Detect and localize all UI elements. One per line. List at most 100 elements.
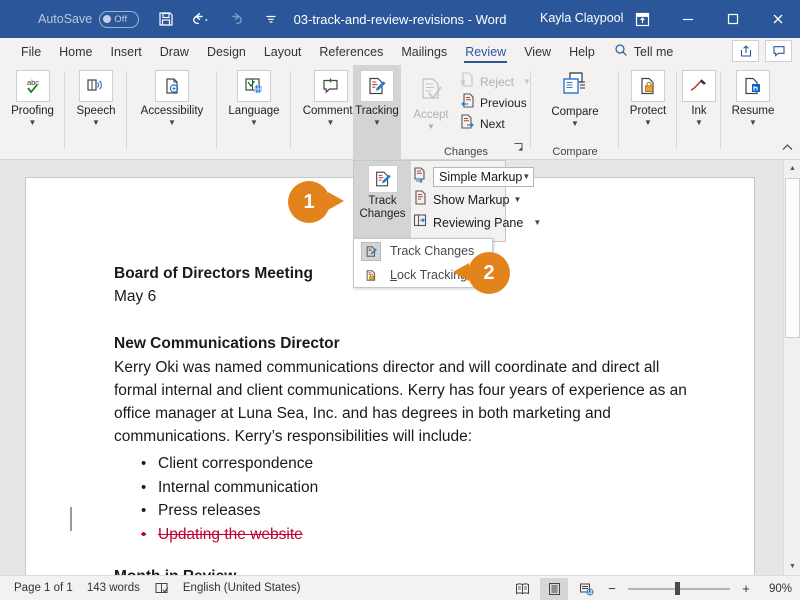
- tab-review[interactable]: Review: [456, 38, 515, 65]
- compare-label: Compare: [551, 106, 599, 118]
- ribbon-display-options-icon[interactable]: [620, 0, 665, 38]
- track-changes-toggle-button[interactable]: Track Changes: [354, 161, 411, 243]
- changes-group-label: Changes: [443, 146, 489, 158]
- vertical-scrollbar[interactable]: ▲ ▼: [783, 160, 800, 575]
- language-status[interactable]: English (United States): [183, 582, 301, 594]
- maximize-icon[interactable]: [710, 0, 755, 38]
- zoom-in-button[interactable]: +: [738, 581, 754, 596]
- undo-icon[interactable]: [190, 8, 212, 30]
- tab-draw[interactable]: Draw: [151, 38, 198, 65]
- web-layout-icon[interactable]: [572, 578, 600, 600]
- collapse-ribbon-icon[interactable]: [781, 140, 794, 158]
- callout-badge-2: 2: [453, 252, 510, 294]
- comments-icon[interactable]: [765, 40, 792, 62]
- zoom-slider[interactable]: [624, 576, 734, 600]
- document-text-body[interactable]: Board of Directors Meeting May 6 New Com…: [114, 263, 689, 589]
- ribbon-group-accessibility: Accessibility ▼: [127, 65, 217, 160]
- reject-icon: [459, 71, 476, 93]
- tab-view[interactable]: View: [515, 38, 560, 65]
- tab-insert[interactable]: Insert: [102, 38, 151, 65]
- ribbon-group-tracking[interactable]: Tracking ▼: [353, 65, 401, 160]
- previous-change-button[interactable]: Previous: [459, 92, 531, 113]
- chevron-down-icon[interactable]: ▼: [327, 119, 335, 127]
- tab-mailings[interactable]: Mailings: [392, 38, 456, 65]
- share-icon[interactable]: [732, 40, 759, 62]
- translate-globe-icon: [237, 70, 271, 102]
- tab-home[interactable]: Home: [50, 38, 101, 65]
- accept-button[interactable]: Accept ▼: [405, 69, 457, 131]
- autosave-switch[interactable]: Off: [99, 10, 140, 28]
- scrollbar-thumb[interactable]: [785, 178, 800, 338]
- chevron-down-icon[interactable]: ▼: [373, 119, 381, 127]
- chevron-down-icon[interactable]: ▼: [29, 119, 37, 127]
- autosave-toggle-group[interactable]: AutoSave Off: [38, 10, 140, 28]
- new-comment-icon: [313, 70, 348, 102]
- dialog-launcher-icon[interactable]: [513, 140, 524, 158]
- revision-change-bar: [70, 507, 72, 531]
- display-for-review-combo[interactable]: Simple Markup ▼: [433, 166, 535, 187]
- protect-button[interactable]: Protect ▼: [619, 65, 677, 127]
- show-markup-label: Show Markup: [433, 192, 510, 207]
- doc-date-line: May 6: [114, 288, 157, 305]
- protect-lock-icon: [631, 70, 665, 102]
- tell-me-box[interactable]: Tell me: [604, 43, 673, 60]
- chevron-down-icon[interactable]: ▼: [644, 119, 652, 127]
- chevron-down-icon[interactable]: ▼: [250, 119, 258, 127]
- proofing-errors-icon[interactable]: [154, 581, 169, 595]
- chevron-down-icon[interactable]: ▼: [749, 119, 757, 127]
- track-changes-pencil-icon: [367, 165, 398, 193]
- chevron-down-icon[interactable]: ▼: [571, 120, 579, 128]
- scroll-down-arrow-icon[interactable]: ▼: [784, 558, 800, 575]
- reject-button[interactable]: Reject ▼: [459, 71, 531, 92]
- language-button[interactable]: Language ▼: [217, 65, 291, 127]
- chevron-down-icon[interactable]: ▼: [513, 196, 521, 204]
- proofing-button[interactable]: abc Proofing ▼: [0, 65, 65, 127]
- next-change-button[interactable]: Next: [459, 113, 531, 134]
- tab-file[interactable]: File: [12, 38, 50, 65]
- proofing-label: Proofing: [11, 105, 54, 117]
- accept-label: Accept: [413, 109, 449, 121]
- zoom-slider-handle[interactable]: [675, 582, 680, 595]
- accessibility-button[interactable]: Accessibility ▼: [127, 65, 217, 127]
- page-number-status[interactable]: Page 1 of 1: [14, 582, 73, 594]
- accessibility-label: Accessibility: [140, 105, 204, 117]
- status-right-controls: − + 90%: [508, 576, 800, 600]
- ribbon-group-speech: Speech ▼: [65, 65, 127, 160]
- zoom-level-label[interactable]: 90%: [758, 583, 792, 595]
- resume-button[interactable]: Resume ▼: [721, 65, 785, 127]
- compare-button[interactable]: Compare ▼: [531, 65, 619, 128]
- track-changes-pencil-icon: [360, 70, 394, 102]
- chevron-down-icon[interactable]: ▼: [168, 119, 176, 127]
- word-count-status[interactable]: 143 words: [87, 582, 140, 594]
- close-icon[interactable]: [755, 0, 800, 38]
- tab-design[interactable]: Design: [198, 38, 255, 65]
- callout-1-tail: [328, 192, 344, 210]
- tab-help[interactable]: Help: [560, 38, 604, 65]
- minimize-icon[interactable]: [665, 0, 710, 38]
- chevron-down-icon[interactable]: ▼: [533, 219, 541, 227]
- check-accessibility-icon: [155, 70, 189, 102]
- doc-bullet-list: Client correspondence Internal communica…: [114, 452, 689, 546]
- tab-references[interactable]: References: [310, 38, 392, 65]
- read-mode-icon[interactable]: [508, 578, 536, 600]
- tracking-label: Tracking: [355, 105, 399, 117]
- autosave-knob: [103, 15, 112, 23]
- menu-item-track-changes-label: Track Changes: [390, 244, 475, 258]
- chevron-down-icon[interactable]: ▼: [427, 123, 435, 131]
- list-item-deleted: Updating the website: [114, 523, 689, 547]
- autosave-label: AutoSave: [38, 12, 93, 26]
- chevron-down-icon[interactable]: ▼: [92, 119, 100, 127]
- tab-layout[interactable]: Layout: [255, 38, 311, 65]
- chevron-down-icon[interactable]: ▼: [522, 173, 530, 181]
- user-account-name[interactable]: Kayla Claypool: [540, 11, 623, 25]
- save-icon[interactable]: [155, 8, 177, 30]
- ink-button[interactable]: Ink ▼: [677, 65, 721, 127]
- tracking-button[interactable]: Tracking ▼: [353, 65, 401, 127]
- customize-qat-icon[interactable]: [260, 8, 282, 30]
- scroll-up-arrow-icon[interactable]: ▲: [784, 160, 800, 177]
- zoom-out-button[interactable]: −: [604, 581, 620, 596]
- print-layout-icon[interactable]: [540, 577, 568, 600]
- speech-button[interactable]: Speech ▼: [65, 65, 127, 127]
- chevron-down-icon[interactable]: ▼: [695, 119, 703, 127]
- show-markup-icon: [412, 189, 429, 211]
